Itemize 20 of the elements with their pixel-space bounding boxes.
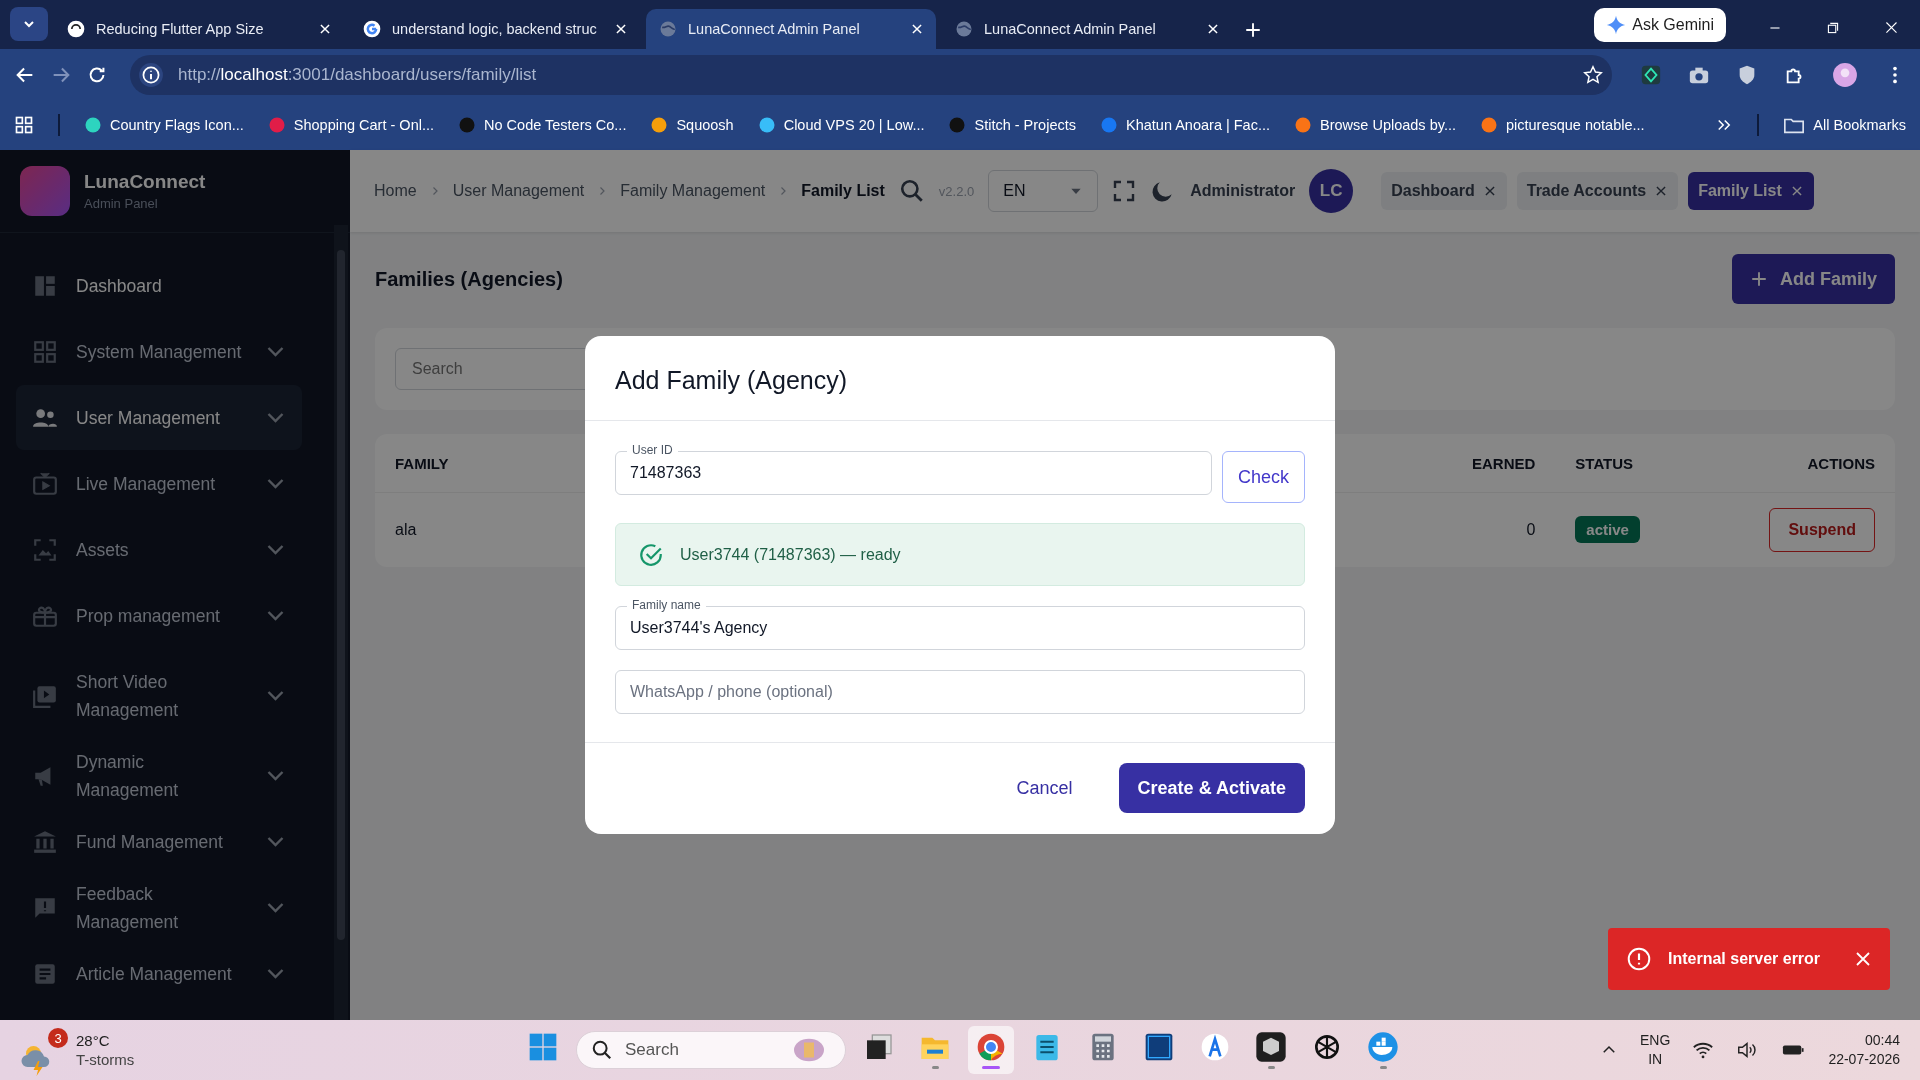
notification-badge: 3 (48, 1028, 68, 1048)
status-badge: active (1575, 516, 1640, 543)
column-header: ACTIONS (1807, 454, 1875, 472)
brand-subtitle: Admin Panel (84, 196, 159, 211)
user-name: Administrator (1190, 182, 1296, 200)
temperature: 28°C (76, 1030, 111, 1050)
dialog-title: Add Family (Agency) (585, 336, 1335, 421)
weather-condition: T-storms (76, 1050, 135, 1070)
page-title: Families (Agencies) (375, 267, 563, 291)
field-label: User ID (627, 443, 678, 457)
breadcrumb-current: Family List (801, 182, 885, 200)
status-message: User3744 (71487363) — ready (615, 523, 1305, 586)
table-cell: ala (395, 521, 417, 538)
column-header: STATUS (1575, 454, 1634, 472)
error-toast: Internal server error (1608, 928, 1890, 990)
column-header: FAMILY (395, 454, 449, 472)
field-label: Family name (627, 598, 706, 612)
brand-name: LunaConnect (84, 171, 206, 193)
table-cell: 0 (1526, 521, 1536, 538)
column-header: EARNED (1472, 454, 1536, 472)
